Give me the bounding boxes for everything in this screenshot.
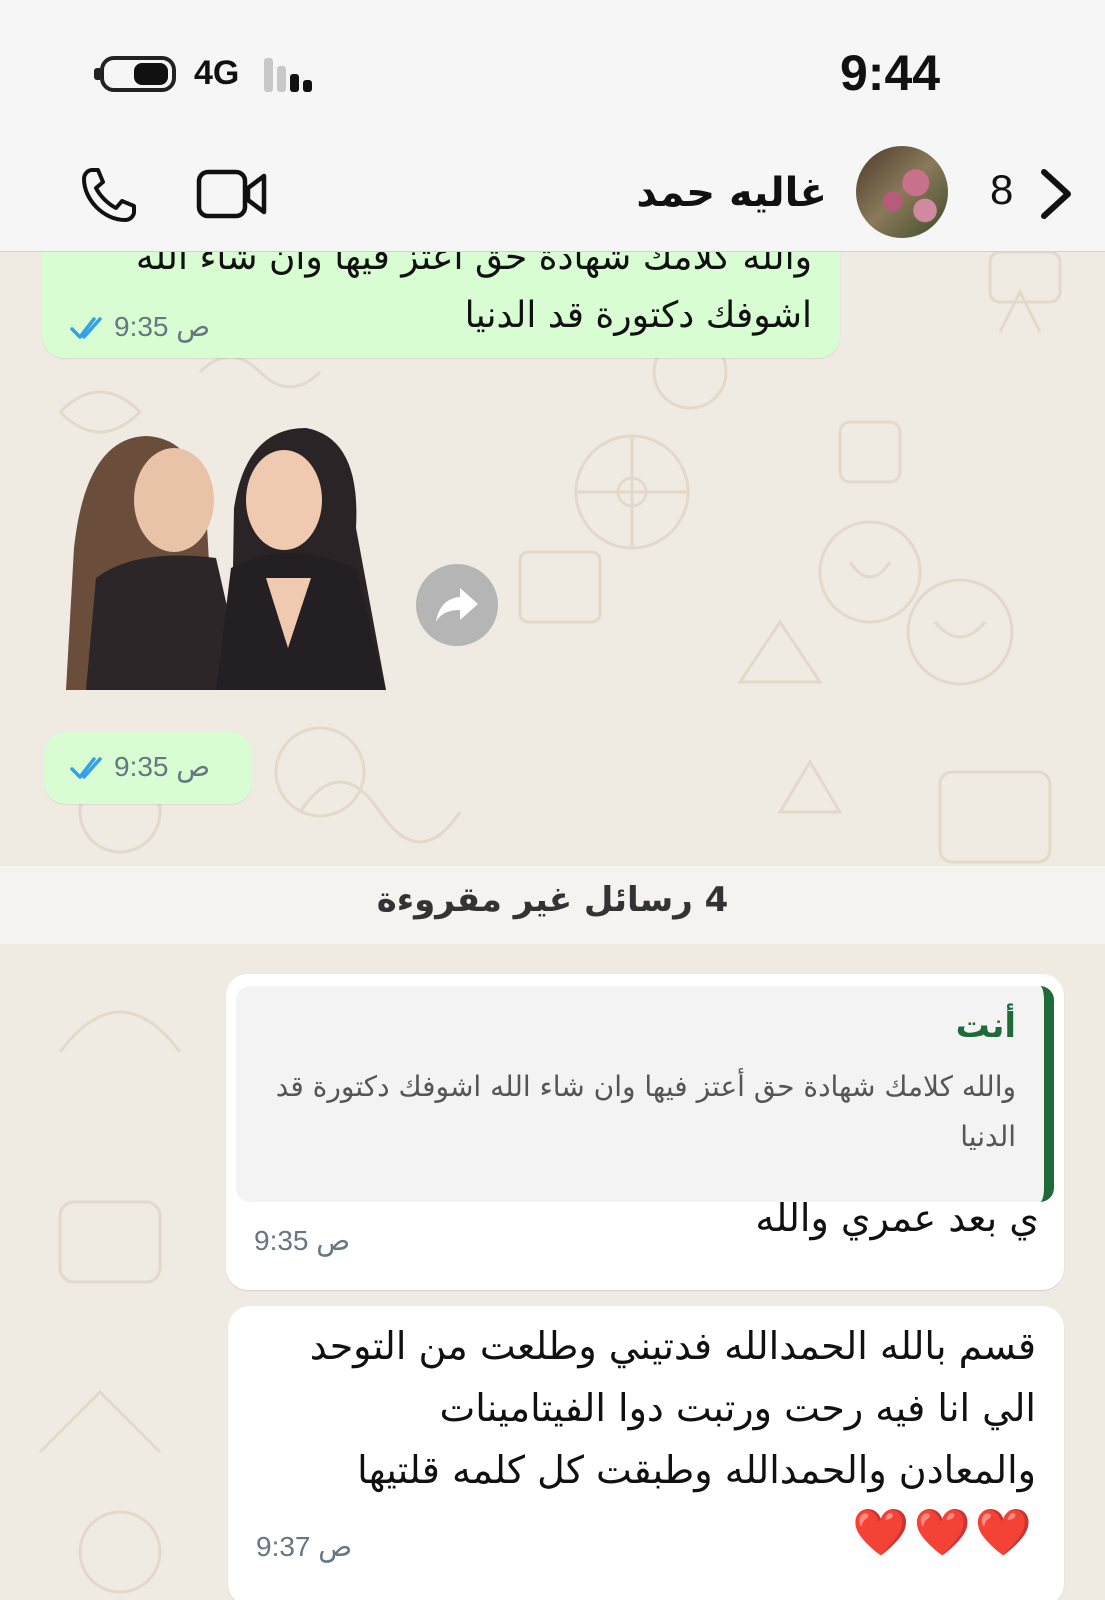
phone-icon[interactable] bbox=[78, 164, 140, 226]
message-timestamp: 9:35 ص bbox=[114, 311, 211, 342]
read-receipt-icon bbox=[70, 317, 102, 339]
chat-header: غاليه حمد 8 bbox=[0, 130, 1105, 252]
heart-emojis: ❤️❤️❤️ bbox=[852, 1505, 1036, 1559]
message-timestamp: 9:35 ص bbox=[254, 1225, 351, 1256]
message-text-partial: والله كلامك شهادة حق أعتز فيها وان شاء ا… bbox=[135, 252, 812, 278]
message-timestamp: 9:37 ص bbox=[256, 1531, 353, 1562]
video-camera-icon[interactable] bbox=[196, 166, 268, 222]
forward-arrow-icon bbox=[436, 588, 478, 622]
signal-strength-icon bbox=[264, 56, 324, 92]
message-line: الي انا فيه رحت ورتبت دوا الفيتامينات bbox=[439, 1386, 1036, 1430]
outgoing-message-bubble[interactable]: والله كلامك شهادة حق أعتز فيها وان شاء ا… bbox=[42, 252, 840, 358]
quoted-author: أنت bbox=[955, 1006, 1016, 1046]
chat-area[interactable]: والله كلامك شهادة حق أعتز فيها وان شاء ا… bbox=[0, 252, 1105, 1600]
battery-icon bbox=[100, 56, 176, 92]
quoted-text: والله كلامك شهادة حق أعتز فيها وان شاء ا… bbox=[275, 1070, 1016, 1153]
message-line: قسم بالله الحمدالله فدتيني وطلعت من التو… bbox=[309, 1324, 1036, 1368]
forward-button[interactable] bbox=[416, 564, 498, 646]
message-timestamp: 9:35 ص bbox=[114, 751, 211, 782]
unread-count-badge[interactable]: 8 bbox=[990, 166, 1013, 214]
incoming-message-bubble[interactable]: قسم بالله الحمدالله فدتيني وطلعت من التو… bbox=[228, 1306, 1064, 1600]
status-time: 9:44 bbox=[840, 45, 941, 101]
unread-messages-label: 4 رسائل غير مقروءة bbox=[376, 880, 729, 920]
quoted-message[interactable]: أنت والله كلامك شهادة حق أعتز فيها وان ش… bbox=[236, 986, 1054, 1202]
sticker-timestamp-bubble[interactable]: 9:35 ص bbox=[44, 732, 252, 804]
read-receipt-icon bbox=[70, 757, 102, 779]
sticker-image[interactable] bbox=[56, 428, 392, 690]
status-bar: 4G 9:44 bbox=[0, 0, 1105, 130]
chevron-right-icon[interactable] bbox=[1036, 166, 1076, 222]
message-text: ي بعد عمري والله bbox=[755, 1196, 1039, 1240]
contact-avatar[interactable] bbox=[856, 146, 948, 238]
unread-messages-divider: 4 رسائل غير مقروءة bbox=[0, 866, 1105, 944]
message-line: والمعادن والحمدالله وطبقت كل كلمه قلتيها bbox=[357, 1448, 1036, 1492]
network-type: 4G bbox=[194, 54, 240, 92]
contact-name[interactable]: غاليه حمد bbox=[636, 170, 827, 216]
